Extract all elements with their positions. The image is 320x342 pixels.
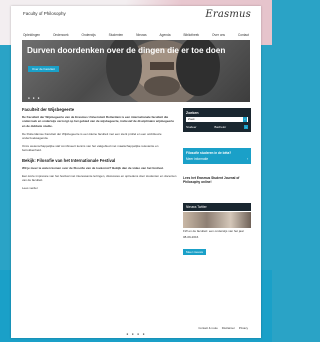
promo-block[interactable]: Filosofie studeren in de bèta? Meer info… — [183, 148, 251, 164]
logo[interactable]: Erasmus — [205, 9, 251, 20]
promo-text: Meer informatie — [186, 157, 209, 161]
social-block: Nieuws Twitter FW en de faculteit: een o… — [183, 203, 251, 258]
social-icons[interactable]: ● ● ● ● — [11, 332, 261, 336]
faculty-name[interactable]: Faculty of Philosophy — [23, 11, 66, 17]
nav-item-studenten[interactable]: Studenten — [109, 33, 124, 37]
header: Faculty of Philosophy Erasmus — [11, 6, 261, 28]
footer: Contact & route Disclaimer Privacy ● ● ●… — [11, 320, 261, 338]
social-text: FW en de faculteit: een onderwijs van he… — [183, 229, 244, 233]
social-image — [183, 212, 251, 228]
chevron-right-icon[interactable]: › — [243, 125, 248, 129]
footer-link-contact[interactable]: Contact & route — [198, 326, 217, 330]
nav-item-bibliotheek[interactable]: Bibliotheek — [184, 33, 200, 37]
study-label: Studeer — [186, 125, 197, 129]
chevron-right-icon: › — [246, 157, 248, 161]
paragraph-3: Onze wetenschappelijke staf combineert k… — [22, 144, 159, 153]
page-container: Faculty of Philosophy Erasmus Opleidinge… — [11, 6, 261, 338]
nav-item-nieuws[interactable]: Nieuws — [136, 33, 146, 37]
paragraph-5: Een korte impressie van het festival met… — [22, 174, 177, 183]
intro-paragraph: De Faculteit der Wijsbegeerte van de Era… — [22, 115, 175, 128]
nav-item-contact[interactable]: Contact — [238, 33, 249, 37]
study-selector[interactable]: Studeer Bachelor › — [186, 125, 248, 129]
section2-heading: Bekijk: Filosofie van het Internationale… — [22, 157, 116, 163]
hero-banner: Durven doordenken over de dingen die er … — [22, 40, 250, 102]
carousel-dots[interactable]: ● ● ● — [28, 96, 41, 100]
nav-item-over-ons[interactable]: Over ons — [212, 33, 225, 37]
hero-button[interactable]: Over de Faculteit — [28, 66, 59, 72]
study-value: Bachelor — [214, 125, 227, 129]
journal-link[interactable]: Lees het Erasmus Student Journal of Phil… — [183, 176, 251, 184]
social-tabs[interactable]: Nieuws Twitter — [183, 203, 251, 211]
main-content: Faculteit der Wijsbegeerte De Faculteit … — [22, 107, 177, 195]
nav-item-onderzoek[interactable]: Onderzoek — [53, 33, 69, 37]
main-nav: Opleidingen Onderzoek Onderwijs Studente… — [23, 33, 249, 37]
sidebar: Zoeken Zoek ⌕ Studeer Bachelor › Filosof… — [183, 108, 251, 255]
search-input-value: Zoek — [188, 117, 195, 121]
promo-line: Meer informatie › — [186, 157, 248, 161]
search-icon[interactable]: ⌕ — [243, 117, 247, 122]
promo-title: Filosofie studeren in de bèta? — [186, 151, 232, 155]
search-block: Zoeken Zoek ⌕ Studeer Bachelor › — [183, 108, 251, 132]
nav-item-opleidingen[interactable]: Opleidingen — [23, 33, 40, 37]
search-input[interactable]: Zoek ⌕ — [186, 117, 248, 122]
intro-heading: Faculteit der Wijsbegeerte — [22, 107, 75, 112]
nav-item-onderwijs[interactable]: Onderwijs — [82, 33, 96, 37]
read-more-link[interactable]: Lees verder — [22, 186, 177, 190]
footer-link-privacy[interactable]: Privacy — [239, 326, 248, 330]
footer-link-disclaimer[interactable]: Disclaimer — [222, 326, 235, 330]
footer-links: Contact & route Disclaimer Privacy — [198, 326, 248, 330]
more-news-button[interactable]: Meer nieuws — [183, 248, 207, 255]
search-title: Zoeken — [186, 111, 199, 115]
paragraph-2: De Rotterdamse Faculteit der Wijsbegeert… — [22, 131, 162, 141]
hero-title: Durven doordenken over de dingen die er … — [27, 46, 226, 55]
nav-item-agenda[interactable]: Agenda — [160, 33, 171, 37]
paragraph-4: Wil je meer te weten komen over de filos… — [22, 165, 164, 170]
social-date: 08-09-2016 — [183, 234, 199, 239]
